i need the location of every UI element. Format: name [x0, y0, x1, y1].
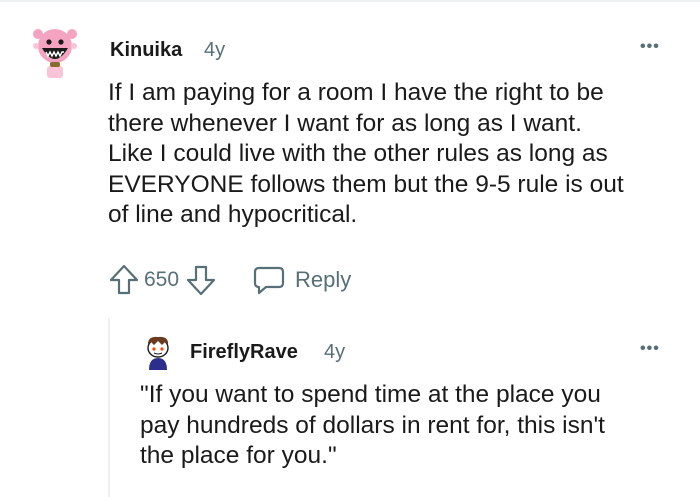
more-options-icon[interactable]: •••	[640, 38, 660, 56]
comment-body-line: of line and hypocritical.	[108, 201, 358, 228]
reply-username[interactable]: FireflyRave	[190, 341, 298, 364]
reply-body-line: the place for you."	[140, 442, 337, 469]
comment-actions: 650 Reply	[108, 260, 351, 300]
comment-age: 4y	[204, 39, 226, 61]
comment-username[interactable]: Kinuika	[110, 39, 182, 62]
comment-body-line: there whenever I want for as long as I w…	[108, 109, 582, 137]
avatar-creature-icon	[33, 29, 77, 78]
vote-count: 650	[144, 268, 180, 291]
upvote-icon[interactable]	[108, 263, 140, 297]
comment-body-line: EVERYONE follows them but the 9-5 rule i…	[108, 170, 624, 198]
thread-line[interactable]	[108, 318, 110, 497]
comment-body: If I am paying for a room I have the rig…	[108, 78, 624, 231]
reply-bubble-icon	[253, 265, 285, 295]
downvote-icon[interactable]	[185, 263, 217, 297]
reply-button[interactable]: Reply	[253, 265, 351, 295]
reply-body-line: "If you want to spend time at the place …	[140, 381, 601, 408]
reply-body: "If you want to spend time at the place …	[140, 380, 605, 472]
reply-body-line: pay hundreds of dollars in rent for, thi…	[140, 411, 605, 439]
user-avatar[interactable]	[28, 22, 82, 80]
top-divider	[0, 0, 700, 2]
comment-body-line: If I am paying for a room I have the rig…	[108, 79, 604, 106]
reply-user-avatar[interactable]	[140, 334, 176, 370]
reply-more-options-icon[interactable]: •••	[640, 340, 660, 358]
comment-body-line: Like I could live with the other rules a…	[108, 140, 608, 167]
reply-label: Reply	[295, 267, 352, 292]
reply-age: 4y	[324, 341, 346, 363]
avatar-snoo-icon	[147, 336, 169, 370]
